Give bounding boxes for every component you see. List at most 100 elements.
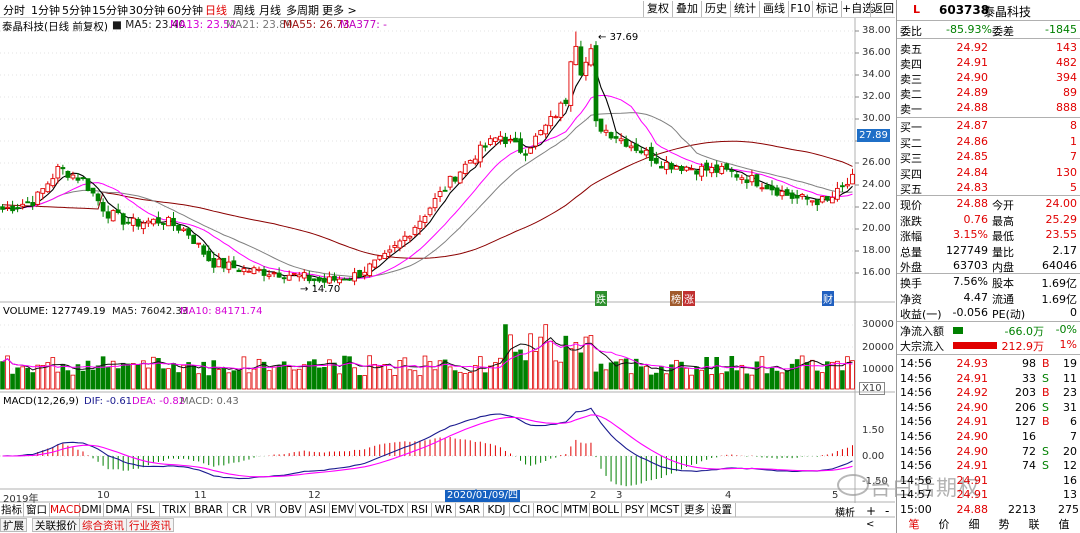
volume-bar (467, 372, 473, 390)
event-marker-rise[interactable]: 涨 (683, 291, 695, 306)
tick-volume: 98 (1022, 357, 1036, 370)
indicator-[interactable]: 更多 (682, 503, 708, 517)
price-tick: 18.00 (862, 245, 891, 256)
indicator-mcst[interactable]: MCST (648, 503, 682, 517)
tick-count: 13 (1063, 488, 1077, 502)
volume-bar (774, 370, 780, 390)
indicator-[interactable]: 窗口 (24, 503, 50, 517)
volume-bar (30, 372, 36, 390)
ask-level-label: 卖三 (900, 73, 922, 86)
candle-body (397, 240, 403, 249)
candle-body (75, 177, 81, 181)
volume-bar (819, 372, 825, 390)
indicator-psy[interactable]: PSY (622, 503, 648, 517)
volume-bar (176, 372, 181, 390)
horizontal-mode-button[interactable]: 横析 (835, 504, 855, 519)
indicator-kdj[interactable]: KDJ (484, 503, 510, 517)
indicator-vr[interactable]: VR (252, 503, 276, 517)
indicator-obv[interactable]: OBV (276, 503, 306, 517)
candle-body (779, 190, 785, 197)
candle-body (699, 165, 704, 177)
panel-tab[interactable]: 笔 (900, 516, 928, 533)
indicator-rsi[interactable]: RSI (408, 503, 432, 517)
candle-body (110, 210, 116, 222)
indicator-voltdx[interactable]: VOL-TDX (356, 503, 408, 517)
indicator-[interactable]: 指标 (0, 503, 24, 517)
separator (897, 321, 1080, 322)
volume-bar (216, 369, 222, 390)
indicator-cci[interactable]: CCI (510, 503, 534, 517)
indicator-trix[interactable]: TRIX (160, 503, 190, 517)
ask-price: 24.90 (956, 71, 989, 84)
bid-price: 24.86 (956, 134, 989, 148)
candle-body (432, 198, 438, 209)
candle-body (669, 163, 674, 170)
tick-volume: 127 (1015, 415, 1036, 429)
candle-body (166, 216, 171, 227)
ask-volume: 394 (1056, 71, 1077, 84)
candle-body (664, 161, 669, 170)
volume-bar (80, 370, 86, 390)
zoom-in-button[interactable]: + (866, 504, 876, 518)
indicator-sar[interactable]: SAR (456, 503, 484, 517)
volume-bar (0, 361, 5, 390)
volume-bar (387, 369, 393, 390)
tab-news[interactable]: 综合资讯 (79, 518, 127, 532)
panel-tab[interactable]: 价 (930, 516, 958, 533)
volume-bar (266, 370, 272, 390)
flow-pct: 1% (1059, 338, 1077, 351)
panel-tab[interactable]: 细 (960, 516, 988, 533)
volume-bar (105, 367, 111, 390)
volume-bar (246, 372, 252, 390)
tab-related-quotes[interactable]: 关联报价 (32, 518, 80, 532)
event-marker-finance[interactable]: 财 (822, 291, 834, 306)
indicator-asi[interactable]: ASI (306, 503, 330, 517)
indicator-roc[interactable]: ROC (534, 503, 562, 517)
indicator-emv[interactable]: EMV (330, 503, 356, 517)
fund-value: -0.056 (952, 306, 988, 319)
indicator-brar[interactable]: BRAR (190, 503, 228, 517)
zoom-out-button[interactable]: - (885, 504, 889, 518)
tick-time: 15:00 (900, 503, 932, 516)
candle-body (30, 201, 36, 207)
wechat-logo (837, 474, 869, 496)
candle-body (191, 234, 196, 244)
panel-tab[interactable]: 势 (990, 516, 1018, 533)
current-price-tag: 27.89 (857, 129, 890, 142)
volume-bar (764, 373, 770, 390)
ask-volume: 89 (1063, 86, 1077, 99)
indicator-cr[interactable]: CR (228, 503, 252, 517)
indicator-mtm[interactable]: MTM (562, 503, 590, 517)
volume-bar (814, 370, 820, 390)
indicator-[interactable]: 设置 (708, 503, 736, 517)
indicator-fsl[interactable]: FSL (132, 503, 160, 517)
volume-bar (553, 360, 559, 390)
tab-industry-news[interactable]: 行业资讯 (126, 518, 174, 532)
volume-bar (110, 360, 116, 390)
tab-extend[interactable]: 扩展 (0, 518, 27, 532)
candle-body (231, 260, 237, 269)
indicator-dma[interactable]: DMA (104, 503, 132, 517)
weibi-value: -85.93% (946, 23, 992, 36)
tick-direction: B (1042, 415, 1050, 429)
candle-body (648, 146, 654, 161)
candle-body (276, 272, 282, 278)
indicator-wr[interactable]: WR (432, 503, 456, 517)
indicator-boll[interactable]: BOLL (590, 503, 622, 517)
price-tick: 36.00 (862, 47, 891, 58)
vol-ma10-legend: MA10: 84171.74 (180, 306, 263, 317)
candle-body (608, 132, 614, 139)
scroll-left-button[interactable]: < (866, 519, 874, 530)
event-marker-fall[interactable]: 跌 (595, 291, 607, 306)
volume-bar (648, 374, 654, 390)
ma21-line (2, 112, 853, 278)
current-date-cursor: 2020/01/09/四 (445, 490, 521, 502)
panel-tab[interactable]: 联 (1020, 516, 1048, 533)
panel-tab[interactable]: 值 (1050, 516, 1078, 533)
tick-price: 24.91 (956, 473, 989, 487)
indicator-dmi[interactable]: DMI (80, 503, 104, 517)
indicator-macd[interactable]: MACD (50, 503, 81, 517)
event-marker-rank[interactable]: 榜 (670, 291, 682, 306)
low-price-value: 14.70 (311, 284, 341, 295)
candle-body (840, 185, 845, 188)
